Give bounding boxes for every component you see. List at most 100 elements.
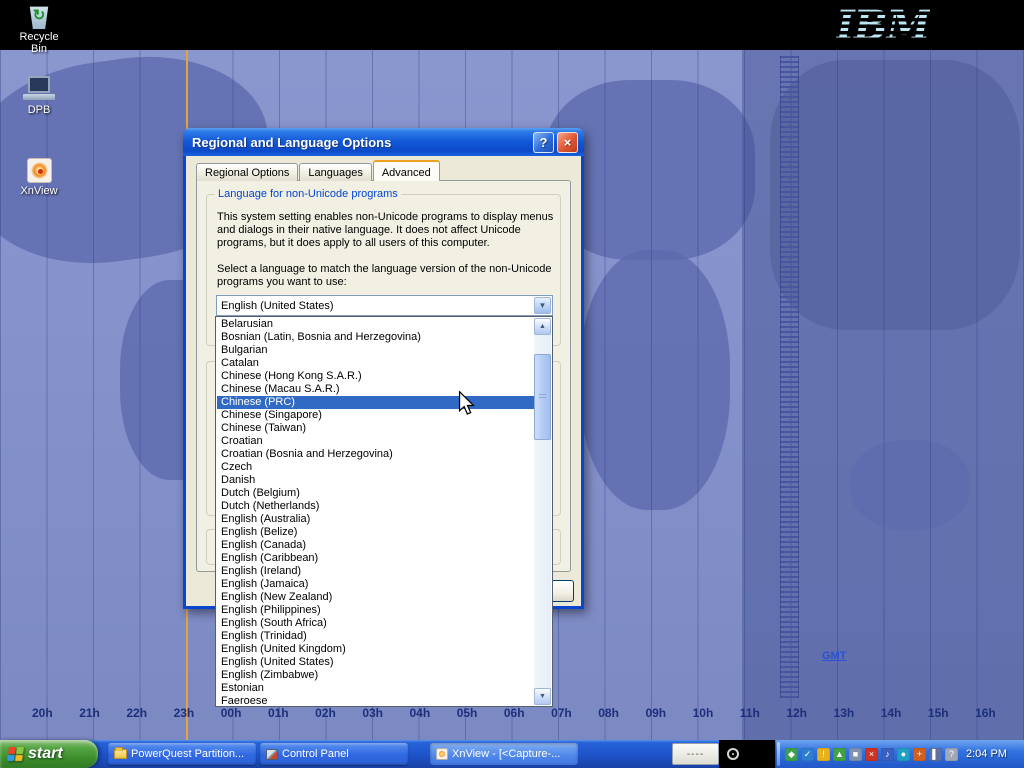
tray-icon[interactable]: ● bbox=[897, 748, 910, 761]
list-item[interactable]: English (United Kingdom) bbox=[217, 643, 534, 656]
list-item[interactable]: Chinese (Taiwan) bbox=[217, 422, 534, 435]
unknown-app-icon[interactable] bbox=[727, 748, 739, 760]
tray-icon[interactable]: ? bbox=[945, 748, 958, 761]
taskbar: start PowerQuest Partition... Control Pa… bbox=[0, 740, 1024, 768]
timezone-label: 03h bbox=[362, 706, 383, 720]
tab-regional-options[interactable]: Regional Options bbox=[196, 163, 298, 181]
timezone-label: 13h bbox=[834, 706, 855, 720]
list-item[interactable]: Chinese (Hong Kong S.A.R.) bbox=[217, 370, 534, 383]
list-item[interactable]: Bosnian (Latin, Bosnia and Herzegovina) bbox=[217, 331, 534, 344]
list-item[interactable]: English (Trinidad) bbox=[217, 630, 534, 643]
list-item[interactable]: English (Jamaica) bbox=[217, 578, 534, 591]
timezone-label: 11h bbox=[740, 706, 760, 720]
timezone-label: 16h bbox=[975, 706, 996, 720]
description-text: This system setting enables non-Unicode … bbox=[217, 211, 555, 250]
date-line-hatch bbox=[780, 56, 799, 698]
desktop: GMT 20h21h22h23h00h01h02h03h04h05h06h07h… bbox=[0, 0, 1024, 768]
list-item[interactable]: English (Zimbabwe) bbox=[217, 669, 534, 682]
list-item[interactable]: Bulgarian bbox=[217, 344, 534, 357]
list-item[interactable]: Estonian bbox=[217, 682, 534, 695]
language-combobox[interactable]: English (United States) ▼ bbox=[216, 295, 553, 316]
tray-icon[interactable]: ! bbox=[817, 748, 830, 761]
timezone-label: 10h bbox=[693, 706, 714, 720]
gmt-label: GMT bbox=[822, 650, 846, 662]
list-item[interactable]: English (South Africa) bbox=[217, 617, 534, 630]
timezone-label: 12h bbox=[786, 706, 807, 720]
timezone-label: 04h bbox=[410, 706, 431, 720]
taskbar-overflow-button[interactable]: ---- bbox=[672, 743, 719, 765]
chevron-down-icon[interactable]: ▼ bbox=[534, 297, 551, 314]
xnview-icon bbox=[27, 158, 52, 183]
icon-label: DPB bbox=[10, 104, 68, 116]
taskbar-black-segment bbox=[719, 740, 775, 768]
list-item[interactable]: Faeroese bbox=[217, 695, 534, 705]
tab-languages[interactable]: Languages bbox=[299, 163, 371, 181]
instruction-text: Select a language to match the language … bbox=[217, 263, 555, 289]
list-item[interactable]: Czech bbox=[217, 461, 534, 474]
taskbar-button-powerquest[interactable]: PowerQuest Partition... bbox=[108, 743, 256, 765]
scrollbar-thumb[interactable] bbox=[534, 354, 551, 440]
tray-icon[interactable]: ◆ bbox=[785, 748, 798, 761]
timezone-label: 14h bbox=[881, 706, 902, 720]
timezone-label: 02h bbox=[315, 706, 336, 720]
timezone-label: 05h bbox=[457, 706, 478, 720]
taskbar-button-control-panel[interactable]: Control Panel bbox=[260, 743, 408, 765]
dropdown-scrollbar[interactable]: ▲ ▼ bbox=[534, 318, 551, 705]
ibm-logo: IBM bbox=[836, 2, 930, 49]
list-item[interactable]: English (Caribbean) bbox=[217, 552, 534, 565]
tray-icon[interactable]: ✓ bbox=[801, 748, 814, 761]
list-item[interactable]: English (United States) bbox=[217, 656, 534, 669]
timezone-label: 01h bbox=[268, 706, 289, 720]
list-item[interactable]: Chinese (Singapore) bbox=[217, 409, 534, 422]
tray-icon-row: ◆✓!▲■×♪●+▌? bbox=[785, 748, 958, 761]
tray-icon[interactable]: + bbox=[913, 748, 926, 761]
list-item[interactable]: Croatian (Bosnia and Herzegovina) bbox=[217, 448, 534, 461]
language-dropdown-list: BelarusianBosnian (Latin, Bosnia and Her… bbox=[215, 316, 553, 707]
list-item[interactable]: English (Canada) bbox=[217, 539, 534, 552]
control-panel-icon bbox=[266, 749, 278, 760]
list-item[interactable]: English (Ireland) bbox=[217, 565, 534, 578]
dialog-titlebar[interactable]: Regional and Language Options ? × bbox=[183, 128, 584, 156]
close-button[interactable]: × bbox=[557, 132, 578, 153]
list-item[interactable]: Chinese (PRC) bbox=[217, 396, 534, 409]
tray-icon[interactable]: ♪ bbox=[881, 748, 894, 761]
list-item[interactable]: English (Australia) bbox=[217, 513, 534, 526]
list-item[interactable]: Belarusian bbox=[217, 318, 534, 331]
scroll-down-icon[interactable]: ▼ bbox=[534, 688, 551, 705]
groupbox-title: Language for non-Unicode programs bbox=[215, 188, 401, 201]
list-item[interactable]: English (Belize) bbox=[217, 526, 534, 539]
list-item[interactable]: Croatian bbox=[217, 435, 534, 448]
desktop-icon-recycle-bin[interactable]: Recycle Bin bbox=[10, 3, 68, 55]
windows-flag-icon bbox=[7, 747, 24, 761]
list-item[interactable]: Dutch (Belgium) bbox=[217, 487, 534, 500]
timezone-label: 07h bbox=[551, 706, 572, 720]
list-item[interactable]: Danish bbox=[217, 474, 534, 487]
timezone-label: 06h bbox=[504, 706, 525, 720]
list-item[interactable]: Catalan bbox=[217, 357, 534, 370]
list-item[interactable]: Dutch (Netherlands) bbox=[217, 500, 534, 513]
tray-icon[interactable]: ▌ bbox=[929, 748, 942, 761]
tray-icon[interactable]: × bbox=[865, 748, 878, 761]
taskbar-clock[interactable]: 2:04 PM bbox=[966, 748, 1007, 760]
dialog-title: Regional and Language Options bbox=[192, 135, 530, 150]
desktop-icon-xnview[interactable]: XnView bbox=[10, 158, 68, 197]
timezone-label: 20h bbox=[32, 706, 53, 720]
list-item[interactable]: English (Philippines) bbox=[217, 604, 534, 617]
tab-advanced[interactable]: Advanced bbox=[373, 160, 440, 181]
top-banner: Recycle Bin IBM bbox=[0, 0, 1024, 50]
system-tray: ◆✓!▲■×♪●+▌? 2:04 PM bbox=[776, 740, 1024, 768]
tray-icon[interactable]: ▲ bbox=[833, 748, 846, 761]
timezone-labels: 20h21h22h23h00h01h02h03h04h05h06h07h08h0… bbox=[0, 706, 1024, 720]
task-label: Control Panel bbox=[282, 748, 349, 760]
list-item[interactable]: English (New Zealand) bbox=[217, 591, 534, 604]
timezone-label: 23h bbox=[174, 706, 195, 720]
start-button[interactable]: start bbox=[0, 740, 98, 768]
scroll-up-icon[interactable]: ▲ bbox=[534, 318, 551, 335]
desktop-icon-dpb[interactable]: DPB bbox=[10, 76, 68, 116]
list-item[interactable]: Chinese (Macau S.A.R.) bbox=[217, 383, 534, 396]
icon-label: XnView bbox=[10, 185, 68, 197]
tray-icon[interactable]: ■ bbox=[849, 748, 862, 761]
help-button[interactable]: ? bbox=[533, 132, 554, 153]
start-label: start bbox=[28, 745, 63, 763]
taskbar-button-xnview[interactable]: XnView - [<Capture-... bbox=[430, 743, 578, 765]
